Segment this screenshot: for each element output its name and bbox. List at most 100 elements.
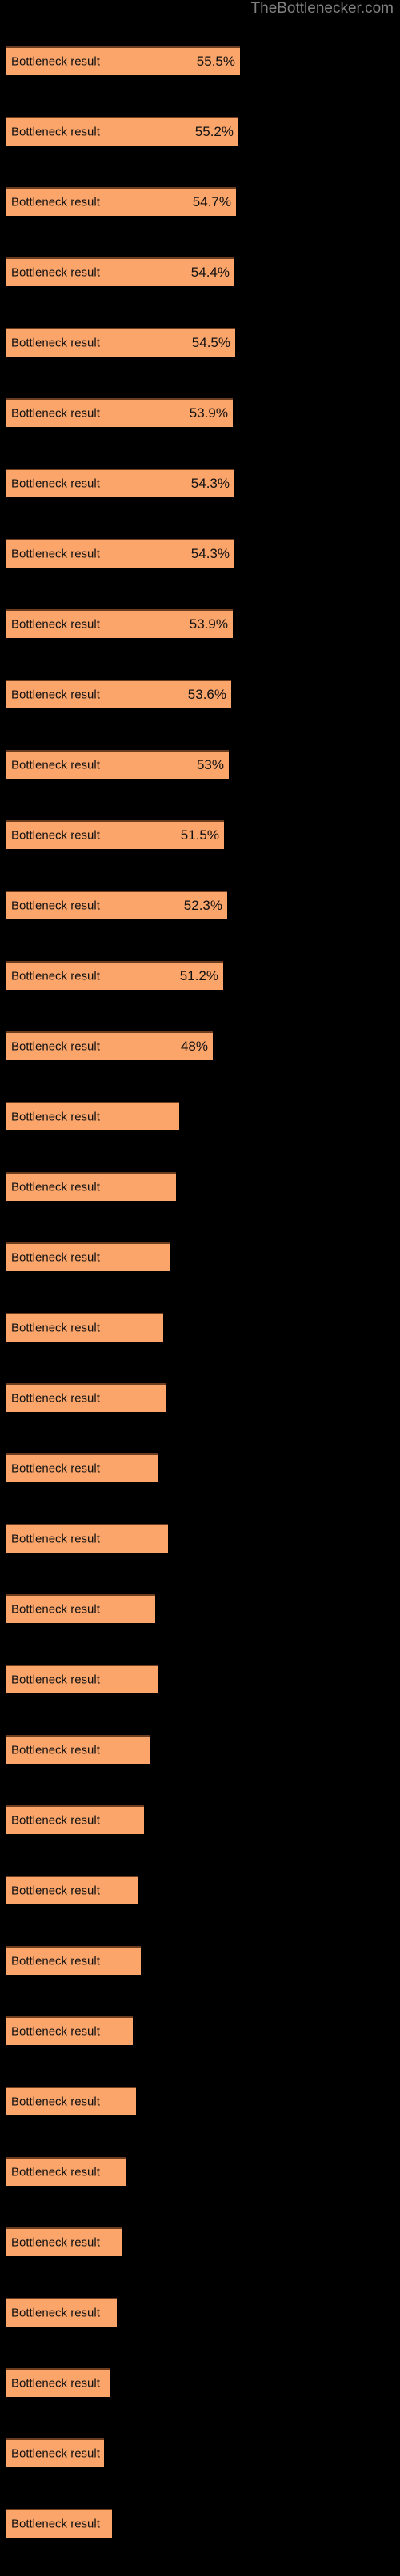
- bar-label: Bottleneck result: [11, 2376, 100, 2391]
- bar-row: Bottleneck result 55.2%: [0, 114, 400, 184]
- bar-row: Bottleneck result: [0, 1732, 400, 1802]
- bar: Bottleneck result 53.6%: [6, 680, 231, 708]
- bar: Bottleneck result: [6, 2298, 117, 2327]
- bar: Bottleneck result: [6, 1313, 163, 1342]
- bar-label: Bottleneck result: [11, 1884, 100, 1898]
- bar-row: Bottleneck result 53.9%: [0, 395, 400, 465]
- bar-row: Bottleneck result: [0, 1802, 400, 1872]
- bar-label: Bottleneck result: [11, 1673, 100, 1687]
- bar: Bottleneck result: [6, 1876, 138, 1904]
- bar: Bottleneck result: [6, 1805, 144, 1834]
- bar-row: Bottleneck result 53.9%: [0, 606, 400, 676]
- bottleneck-bar-chart: TheBottlenecker.com Bottleneck result 55.…: [0, 0, 400, 2558]
- bar-row: Bottleneck result: [0, 1380, 400, 1450]
- bar-label: Bottleneck result: [11, 969, 100, 983]
- bar-value: 54.4%: [190, 265, 230, 280]
- bar: Bottleneck result: [6, 2438, 104, 2467]
- bar-label: Bottleneck result: [11, 2517, 100, 2531]
- bar-value: 52.3%: [183, 898, 222, 913]
- bar-label: Bottleneck result: [11, 1602, 100, 1617]
- bar-row: Bottleneck result: [0, 1872, 400, 1943]
- bar-row: Bottleneck result 52.3%: [0, 887, 400, 958]
- bar-row: Bottleneck result: [0, 2084, 400, 2154]
- bar: Bottleneck result 55.5%: [6, 46, 240, 75]
- bar-row: Bottleneck result 55.5%: [0, 43, 400, 114]
- bar-value: 48%: [180, 1039, 208, 1054]
- bar: Bottleneck result: [6, 1242, 170, 1271]
- bar: Bottleneck result 53%: [6, 750, 229, 779]
- bar-label: Bottleneck result: [11, 2446, 100, 2461]
- bar: Bottleneck result 54.5%: [6, 328, 235, 357]
- bar-value: 55.5%: [196, 54, 235, 69]
- bar-label: Bottleneck result: [11, 2095, 100, 2109]
- bar-row: Bottleneck result: [0, 2154, 400, 2224]
- bar: Bottleneck result 53.9%: [6, 609, 233, 638]
- bar-row: Bottleneck result 51.2%: [0, 958, 400, 1028]
- bar-label: Bottleneck result: [11, 477, 100, 491]
- bar-row: Bottleneck result: [0, 1943, 400, 2013]
- bar-value: 51.5%: [180, 827, 219, 843]
- bar-label: Bottleneck result: [11, 125, 100, 139]
- bar-value: 54.3%: [190, 546, 230, 561]
- bar: Bottleneck result: [6, 2368, 110, 2397]
- bar: Bottleneck result 51.2%: [6, 961, 223, 990]
- bar-label: Bottleneck result: [11, 2235, 100, 2250]
- bar-row: Bottleneck result: [0, 2224, 400, 2295]
- bar-row: Bottleneck result 53%: [0, 747, 400, 817]
- bar-label: Bottleneck result: [11, 1250, 100, 1265]
- bar-label: Bottleneck result: [11, 758, 100, 772]
- bar: Bottleneck result 48%: [6, 1031, 213, 1060]
- bar-row: Bottleneck result: [0, 1661, 400, 1732]
- bar-row: Bottleneck result 48%: [0, 1028, 400, 1099]
- bar: Bottleneck result: [6, 2087, 136, 2115]
- bar-label: Bottleneck result: [11, 54, 100, 69]
- bar: Bottleneck result 52.3%: [6, 891, 227, 919]
- bar-value: 55.2%: [194, 124, 234, 139]
- bar-row: Bottleneck result: [0, 2506, 400, 2576]
- bar: Bottleneck result 54.3%: [6, 469, 234, 497]
- bar-label: Bottleneck result: [11, 1110, 100, 1124]
- bar-value: 54.3%: [190, 476, 230, 491]
- bar-label: Bottleneck result: [11, 1039, 100, 1054]
- bar-label: Bottleneck result: [11, 336, 100, 350]
- bar-label: Bottleneck result: [11, 688, 100, 702]
- bar: Bottleneck result 54.4%: [6, 257, 234, 286]
- bar-label: Bottleneck result: [11, 547, 100, 561]
- bar-row: Bottleneck result: [0, 2365, 400, 2435]
- bar: Bottleneck result: [6, 1665, 158, 1693]
- bar: Bottleneck result: [6, 1735, 150, 1764]
- bar: Bottleneck result: [6, 1594, 155, 1623]
- bar: Bottleneck result: [6, 1524, 168, 1553]
- bar-label: Bottleneck result: [11, 617, 100, 632]
- bar: Bottleneck result: [6, 1102, 179, 1130]
- site-watermark: TheBottlenecker.com: [250, 0, 394, 17]
- bar-label: Bottleneck result: [11, 195, 100, 209]
- bar-row: Bottleneck result: [0, 1521, 400, 1591]
- bar-label: Bottleneck result: [11, 1180, 100, 1194]
- bar-label: Bottleneck result: [11, 1461, 100, 1476]
- bar-label: Bottleneck result: [11, 265, 100, 280]
- bar-row: Bottleneck result: [0, 1169, 400, 1239]
- bar-row: Bottleneck result: [0, 1099, 400, 1169]
- bar: Bottleneck result 53.9%: [6, 398, 233, 427]
- bar-row: Bottleneck result 51.5%: [0, 817, 400, 887]
- bar: Bottleneck result: [6, 1383, 166, 1412]
- bar-row: Bottleneck result: [0, 1239, 400, 1310]
- bar-row: Bottleneck result 54.7%: [0, 184, 400, 254]
- bar: Bottleneck result 51.5%: [6, 820, 224, 849]
- bar: Bottleneck result: [6, 2227, 122, 2256]
- bar-label: Bottleneck result: [11, 1813, 100, 1828]
- bar: Bottleneck result 54.3%: [6, 539, 234, 568]
- bar: Bottleneck result: [6, 1172, 176, 1201]
- bar-label: Bottleneck result: [11, 406, 100, 421]
- bar-value: 53%: [196, 757, 224, 772]
- bar-label: Bottleneck result: [11, 2306, 100, 2320]
- bar-row: Bottleneck result 53.6%: [0, 676, 400, 747]
- bar-row: Bottleneck result: [0, 1450, 400, 1521]
- bar-value: 51.2%: [179, 968, 218, 983]
- bar-label: Bottleneck result: [11, 1532, 100, 1546]
- bar-value: 53.9%: [189, 616, 228, 632]
- bar-row: Bottleneck result: [0, 1310, 400, 1380]
- bar-value: 54.5%: [191, 335, 230, 350]
- bar-label: Bottleneck result: [11, 1391, 100, 1406]
